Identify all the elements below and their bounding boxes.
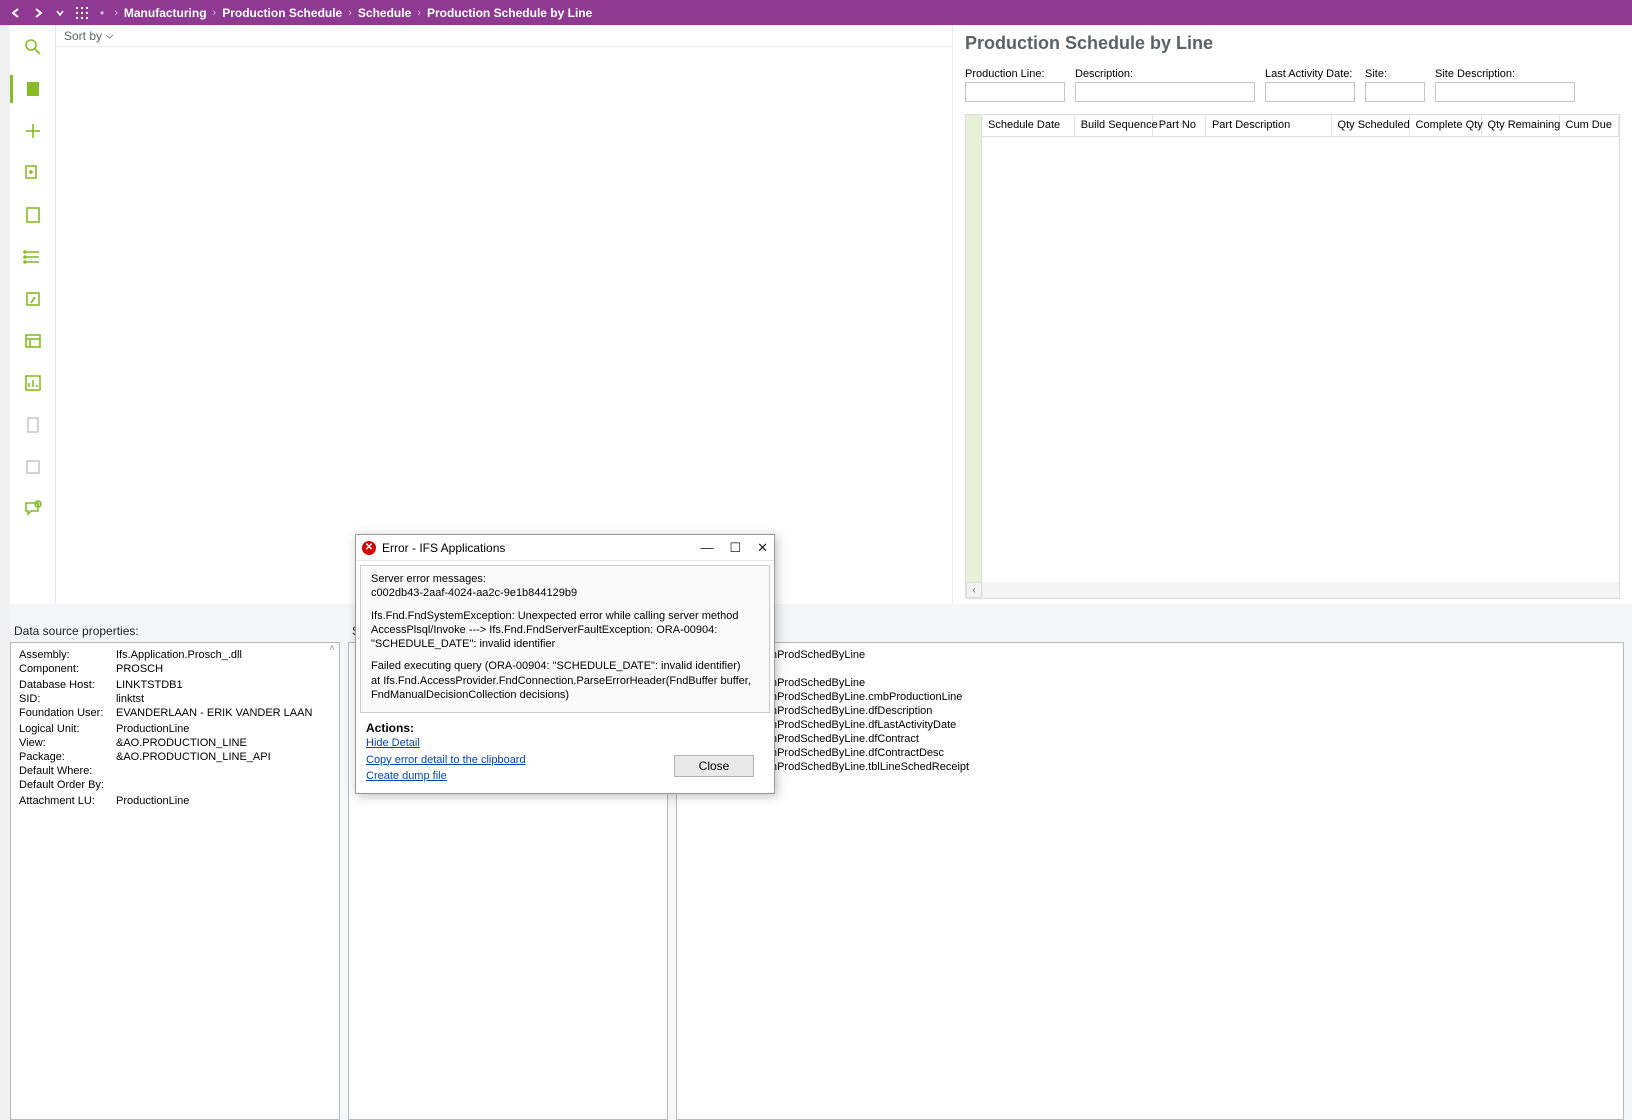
production-line-input[interactable] [965,82,1065,102]
minimize-button[interactable]: — [700,540,713,556]
obj-rel-title: Object relations: [680,624,1624,638]
grid-row-gutter [966,115,982,598]
table-row: Assembly:Ifs.Application.Prosch_.dll [19,649,322,661]
nav-forward-button[interactable] [30,5,46,21]
field-production-line: Production Line: [965,68,1065,102]
table-row: Database Host:LINKTSTDB1 [19,679,322,691]
document-icon[interactable] [21,77,45,101]
dialog-body: Server error messages: c002db43-2aaf-402… [360,565,770,713]
field-label: Description: [1075,68,1255,80]
error-icon: ✕ [362,541,376,555]
error-dialog: ✕ Error - IFS Applications — ☐ ✕ Server … [355,534,775,794]
table-row: SID:linktst [19,693,322,705]
debug-panels: Data source properties: ˄ Assembly:Ifs.A… [10,604,1632,1120]
field-label: Last Activity Date: [1265,68,1355,80]
nav-back-button[interactable] [8,5,24,21]
chevron-right-icon: › [417,7,421,19]
field-site-desc: Site Description: [1435,68,1575,102]
maximize-button[interactable]: ☐ [729,540,741,556]
close-window-button[interactable]: ✕ [757,540,768,556]
table-row: Default Order By: [19,779,322,791]
search-icon[interactable] [21,35,45,59]
form-icon[interactable] [21,329,45,353]
sort-by-dropdown[interactable]: Sort by [64,29,114,43]
dialog-actions: Actions: Hide Detail Copy error detail t… [356,717,774,793]
chat-plus-icon[interactable] [21,497,45,521]
field-label: Site: [1365,68,1425,80]
export-icon[interactable] [21,287,45,311]
field-label: Production Line: [965,68,1065,80]
dialog-titlebar[interactable]: ✕ Error - IFS Applications — ☐ ✕ [356,535,774,561]
chevron-right-icon: › [348,7,352,19]
last-activity-input[interactable] [1265,82,1355,102]
add-icon[interactable] [21,119,45,143]
nav-dropdown-button[interactable] [52,5,68,21]
ds-props-table: Assembly:Ifs.Application.Prosch_.dll Comp… [17,647,324,809]
chevron-right-icon: › [213,7,217,19]
field-last-activity: Last Activity Date: [1265,68,1355,102]
description-input[interactable] [1075,82,1255,102]
table-row: Logical Unit:ProductionLine [19,723,322,735]
col-qty-scheduled[interactable]: Qty Scheduled [1332,115,1410,136]
scroll-up-icon[interactable]: ˄ [325,643,339,657]
table-row: Attachment LU:ProductionLine [19,795,322,807]
schedule-grid: Schedule Date Build Sequence Part No Par… [965,114,1620,599]
chart-icon[interactable] [21,371,45,395]
detail-form: Production Schedule by Line Production L… [952,25,1632,604]
table-row: Default Where: [19,765,322,777]
breadcrumb-root-dot: • [100,6,104,20]
col-qty-remaining[interactable]: Qty Remaining [1482,115,1560,136]
field-label: Site Description: [1435,68,1575,80]
error-para-2: Failed executing query (ORA-00904: "SCHE… [371,659,759,702]
breadcrumb-item-3[interactable]: Production Schedule by Line [427,6,592,20]
site-desc-input[interactable] [1435,82,1575,102]
list-icon[interactable] [21,245,45,269]
error-header: Server error messages: [371,573,486,585]
note-icon[interactable] [21,455,45,479]
table-row: Foundation User:EVANDERLAAN - ERIK VANDE… [19,707,322,719]
breadcrumb-bar: • › Manufacturing › Production Schedule … [0,0,1632,25]
scroll-left-icon[interactable]: ‹ [966,582,982,598]
page-icon[interactable] [21,203,45,227]
dialog-title: Error - IFS Applications [382,541,505,555]
col-build-sequence[interactable]: Build Sequence [1075,115,1153,136]
chevron-right-icon: › [114,7,118,19]
grid-hscrollbar[interactable]: ‹ [966,582,1619,598]
create-dump-link[interactable]: Create dump file [366,768,674,785]
apps-grid-icon[interactable] [74,5,90,21]
field-site: Site: [1365,68,1425,102]
hide-detail-link[interactable]: Hide Detail [366,735,674,752]
table-row: Package:&AO.PRODUCTION_LINE_API [19,751,322,763]
breadcrumb-item-0[interactable]: Manufacturing [124,6,207,20]
ds-props-panel: ˄ Assembly:Ifs.Application.Prosch_.dll Co… [10,642,340,1120]
grid-header-row: Schedule Date Build Sequence Part No Par… [982,115,1619,137]
obj-rel-panel: Data Source:frmProdSchedByLineParent:Fra… [676,642,1624,1120]
copy-error-link[interactable]: Copy error detail to the clipboard [366,752,674,769]
table-row: Component:PROSCH [19,663,322,675]
close-button[interactable]: Close [674,755,754,777]
attach-icon[interactable] [21,413,45,437]
actions-label: Actions: [366,721,674,735]
error-para-1: Ifs.Fnd.FndSystemException: Unexpected e… [371,609,759,652]
left-sidebar [10,25,56,604]
sort-by-label: Sort by [64,29,102,43]
breadcrumb-item-2[interactable]: Schedule [358,6,411,20]
col-complete-qty[interactable]: Complete Qty [1410,115,1482,136]
col-schedule-date[interactable]: Schedule Date [982,115,1075,136]
col-part-description[interactable]: Part Description [1206,115,1332,136]
page-title: Production Schedule by Line [965,33,1620,54]
site-input[interactable] [1365,82,1425,102]
table-row: View:&AO.PRODUCTION_LINE [19,737,322,749]
ds-props-title: Data source properties: [14,624,340,638]
error-guid: c002db43-2aaf-4024-aa2c-9e1b844129b9 [371,587,577,599]
duplicate-icon[interactable] [21,161,45,185]
breadcrumb-item-1[interactable]: Production Schedule [222,6,342,20]
col-cum-due[interactable]: Cum Due [1560,115,1619,136]
col-part-no[interactable]: Part No [1153,115,1206,136]
field-description: Description: [1075,68,1255,102]
